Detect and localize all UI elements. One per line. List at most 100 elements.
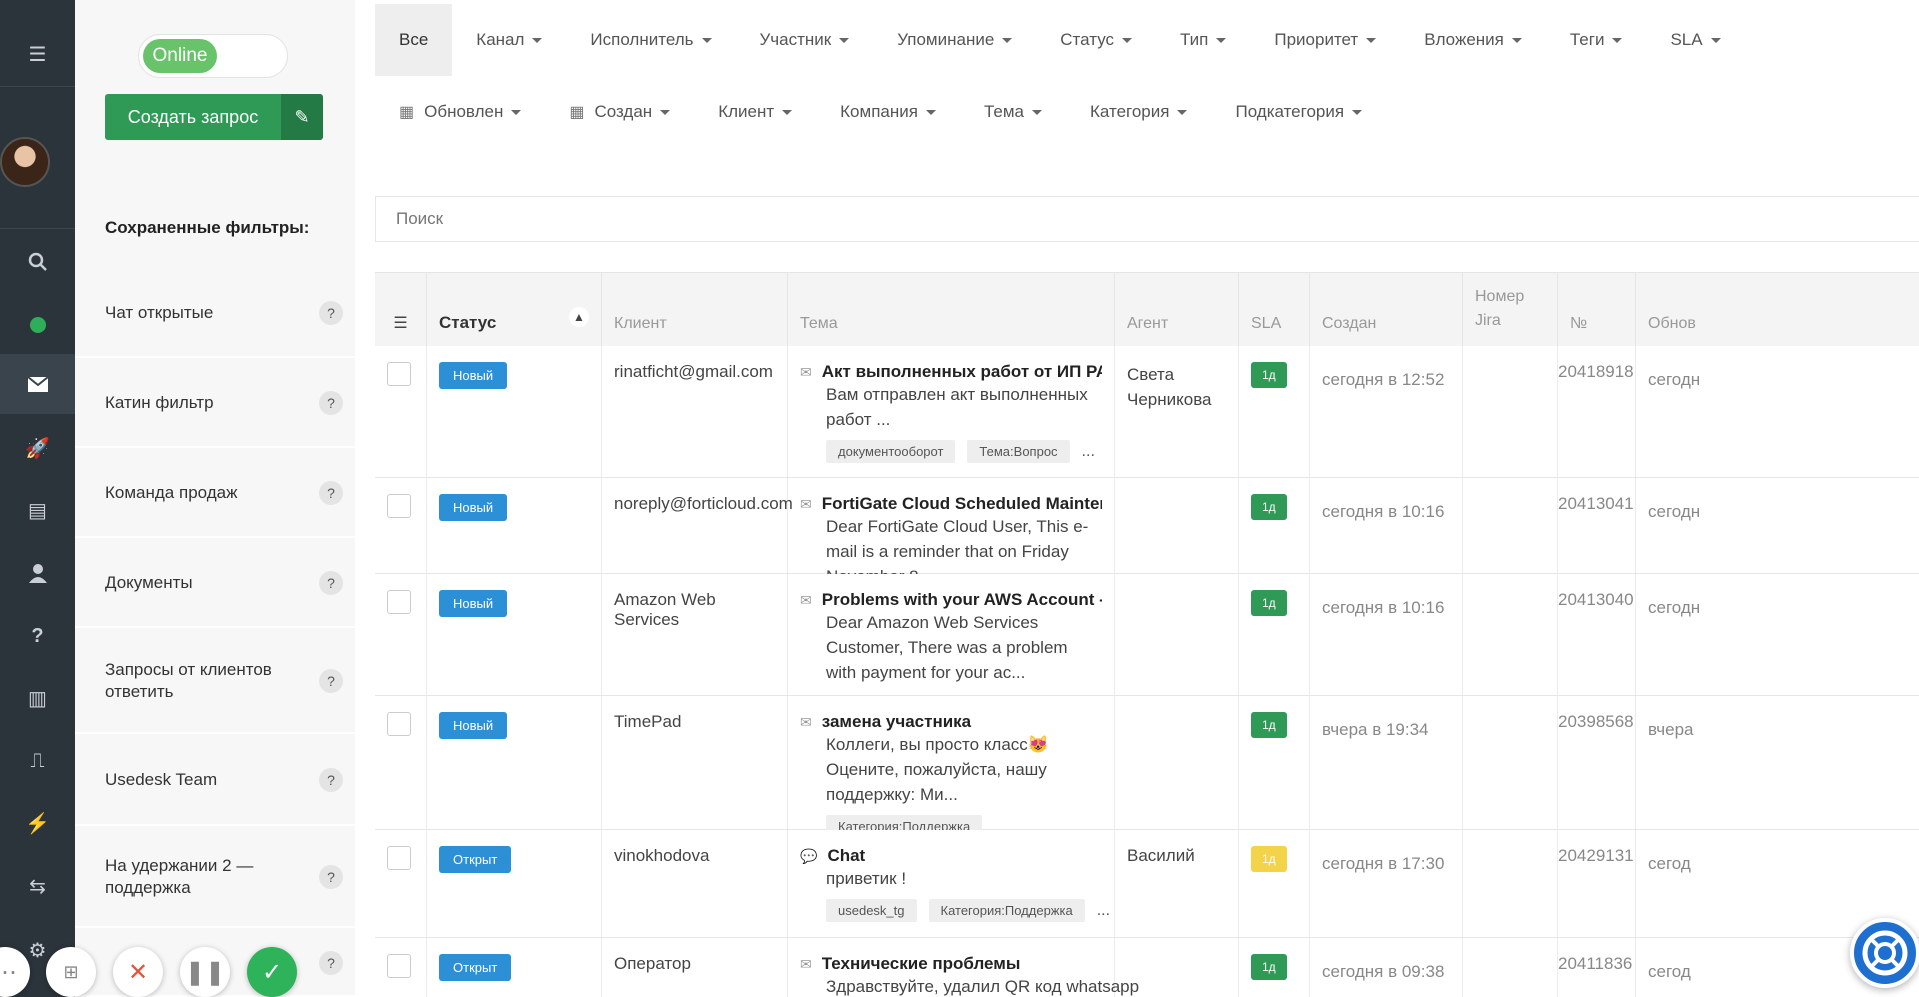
help-icon[interactable]: ? [319, 669, 343, 693]
tag-chip[interactable]: Тема:Вопрос [967, 440, 1070, 463]
table-row[interactable]: Открыт vinokhodova 💬 Chat приветик ! used… [375, 830, 1919, 938]
row-checkbox[interactable] [387, 590, 411, 614]
status-dot-icon[interactable] [0, 295, 75, 355]
table-row[interactable]: Новый Amazon Web Services ✉ Problems with… [375, 574, 1919, 696]
help-icon[interactable]: ? [319, 950, 343, 975]
caret-down-icon [925, 109, 936, 115]
row-checkbox[interactable] [387, 494, 411, 518]
saved-filter-item[interactable]: Запросы от клиентов ответить ? [75, 630, 355, 734]
search-icon[interactable] [0, 232, 75, 292]
saved-filter-item[interactable]: Катин фильтр ? [75, 360, 355, 448]
pencil-icon[interactable]: ✎ [281, 94, 323, 140]
help-icon[interactable]: ? [319, 865, 343, 889]
tab-subject[interactable]: Тема [960, 76, 1066, 148]
tab-assignee[interactable]: Исполнитель [566, 4, 735, 76]
column-header-agent[interactable]: Агент [1115, 273, 1239, 347]
help-icon[interactable]: ? [319, 571, 343, 595]
tab-tags[interactable]: Теги [1546, 4, 1647, 76]
subject-cell[interactable]: ✉ Акт выполненных работ от ИП РАХИМ Вам о… [788, 346, 1115, 477]
help-icon[interactable]: ? [319, 301, 343, 325]
bolt-icon[interactable]: ⚡ [0, 793, 75, 853]
subject-cell[interactable]: ✉ Технические проблемы Здравствуйте, удал… [788, 938, 1139, 997]
saved-filter-item[interactable]: Чат открытые ? [75, 270, 355, 358]
column-header-number[interactable]: № [1558, 273, 1636, 347]
table-row[interactable]: Новый TimePad ✉ замена участника Коллеги,… [375, 696, 1919, 838]
tab-attachments[interactable]: Вложения [1400, 4, 1546, 76]
row-checkbox[interactable] [387, 712, 411, 736]
help-icon[interactable]: ? [0, 606, 75, 666]
online-toggle[interactable]: Online [138, 34, 288, 78]
list-icon[interactable]: ▤ [0, 480, 75, 540]
client-cell[interactable]: Оператор [602, 938, 788, 997]
tab-category[interactable]: Категория [1066, 76, 1211, 148]
tab-created[interactable]: ▦ Создан [545, 76, 694, 148]
client-cell[interactable]: noreply@forticloud.com [602, 478, 793, 573]
help-icon[interactable]: ? [319, 391, 343, 415]
rocket-icon[interactable]: 🚀 [0, 418, 75, 478]
pause-icon[interactable]: ❚❚ [180, 947, 230, 997]
close-icon[interactable]: ✕ [113, 947, 163, 997]
saved-filter-item[interactable]: Команда продаж ? [75, 450, 355, 538]
tab-priority[interactable]: Приоритет [1250, 4, 1400, 76]
search-input[interactable] [375, 196, 1919, 242]
screen-add-icon[interactable]: ⊞ [46, 947, 96, 997]
row-checkbox-cell [375, 478, 427, 573]
tab-status[interactable]: Статус [1036, 4, 1156, 76]
subject-cell[interactable]: ✉ Problems with your AWS Account - Plea D… [788, 574, 1115, 695]
saved-filter-item[interactable]: На удержании 2 — поддержка ? [75, 828, 355, 928]
check-icon[interactable]: ✓ [247, 947, 297, 997]
table-row[interactable]: Новый noreply@forticloud.com ✉ FortiGate … [375, 478, 1919, 586]
client-cell[interactable]: vinokhodova [602, 830, 788, 937]
column-header-created[interactable]: Создан [1310, 273, 1463, 347]
status-badge: Новый [439, 590, 508, 617]
help-icon[interactable]: ? [319, 481, 343, 505]
saved-filter-item[interactable]: Документы ? [75, 540, 355, 628]
more-tags[interactable]: ... [1097, 902, 1110, 920]
column-header-sla[interactable]: SLA [1239, 273, 1310, 347]
tab-participant[interactable]: Участник [736, 4, 874, 76]
row-checkbox[interactable] [387, 362, 411, 386]
lifebuoy-icon[interactable] [1850, 918, 1919, 988]
tag-chip[interactable]: документооборот [826, 440, 956, 463]
sort-up-icon[interactable]: ▲ [569, 307, 589, 327]
tab-company[interactable]: Компания [816, 76, 960, 148]
column-header-client[interactable]: Клиент [602, 273, 788, 347]
column-header-updated[interactable]: Обнов [1636, 273, 1919, 347]
tab-type[interactable]: Тип [1156, 4, 1250, 76]
subject-cell[interactable]: ✉ замена участника Коллеги, вы просто кла… [788, 696, 1115, 838]
table-row[interactable]: Новый rinatficht@gmail.com ✉ Акт выполнен… [375, 346, 1919, 478]
saved-filter-item[interactable]: Usedesk Team ? [75, 736, 355, 826]
more-tags[interactable]: ... [1082, 443, 1095, 461]
tag-chip[interactable]: Категория:Поддержка [928, 899, 1085, 922]
subject-cell[interactable]: ✉FortiGate Cloud Scheduled Maintenance D… [788, 478, 1115, 586]
column-header-jira[interactable]: Номер Jira [1463, 273, 1558, 347]
column-header-subject[interactable]: Тема [788, 273, 1115, 347]
tag-chip[interactable]: usedesk_tg [826, 899, 917, 922]
transfer-icon[interactable]: ⇆ [0, 856, 75, 916]
avatar[interactable] [0, 137, 50, 187]
more-icon[interactable]: ⋯ [0, 947, 30, 997]
document-icon[interactable]: ▥ [0, 668, 75, 728]
inbox-icon[interactable]: ⎍ [0, 731, 75, 791]
menu-icon[interactable]: ☰ [0, 24, 75, 84]
tab-channel[interactable]: Канал [452, 4, 566, 76]
column-settings-icon[interactable]: ☰ [375, 273, 427, 347]
mail-icon[interactable] [0, 354, 75, 414]
subject-cell[interactable]: 💬 Chat приветик ! usedesk_tg Категория:По… [788, 830, 1115, 937]
create-request-button[interactable]: Создать запрос [105, 94, 281, 140]
user-icon[interactable] [0, 543, 75, 603]
client-cell[interactable]: rinatficht@gmail.com [602, 346, 788, 477]
help-icon[interactable]: ? [319, 768, 343, 792]
row-checkbox[interactable] [387, 846, 411, 870]
tab-mention[interactable]: Упоминание [873, 4, 1036, 76]
tab-all[interactable]: Все [375, 4, 453, 76]
tab-subcategory[interactable]: Подкатегория [1211, 76, 1386, 148]
tab-sla[interactable]: SLA [1646, 4, 1744, 76]
client-cell[interactable]: TimePad [602, 696, 788, 829]
table-row[interactable]: Открыт Оператор ✉ Технические проблемы Зд… [375, 938, 1919, 997]
column-header-status[interactable]: Статус ▲ [427, 273, 602, 347]
tab-client[interactable]: Клиент [694, 76, 816, 148]
client-cell[interactable]: Amazon Web Services [602, 574, 788, 695]
row-checkbox[interactable] [387, 954, 411, 978]
tab-updated[interactable]: ▦ Обновлен [375, 76, 545, 148]
